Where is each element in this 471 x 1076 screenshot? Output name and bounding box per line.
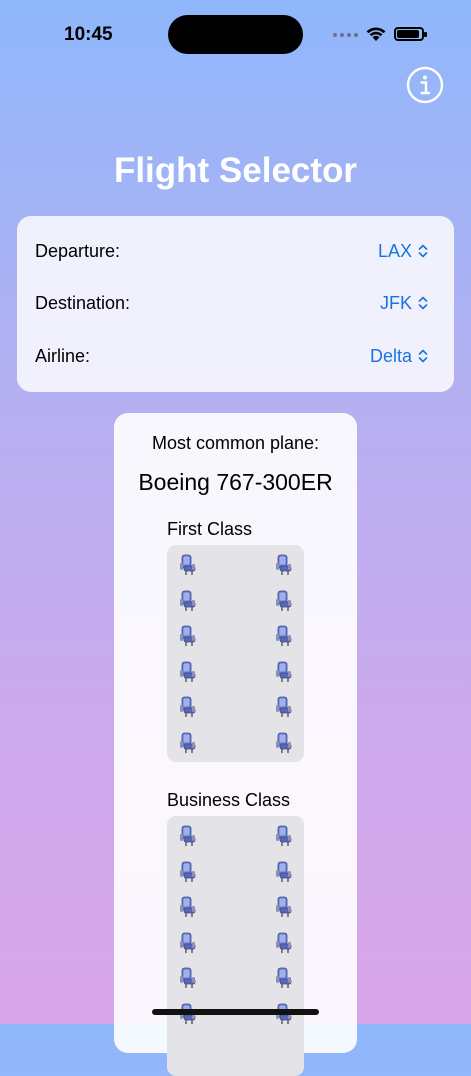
seat-icon[interactable] [274,590,294,612]
dynamic-island [168,15,303,54]
seat-icon[interactable] [274,554,294,576]
departure-label: Departure: [35,240,121,261]
seat-icon[interactable] [178,554,198,576]
page-title: Flight Selector [113,151,358,190]
chevron-up-down-icon [418,244,428,258]
chevron-up-down-icon [418,349,428,363]
plane-name: Boeing 767-300ER [138,469,333,495]
flight-form: Departure: LAX Destination: JFK Airline:… [17,216,454,392]
destination-row: Destination: JFK [35,288,428,318]
departure-row: Departure: LAX [35,236,428,266]
info-icon[interactable] [406,66,444,104]
seat-icon[interactable] [178,661,198,683]
seat-icon[interactable] [274,896,294,918]
seat-icon[interactable] [178,625,198,647]
seat-icon[interactable] [178,825,198,847]
business-class-seat-map [167,816,304,1076]
seat-icon[interactable] [178,732,198,754]
seat-icon[interactable] [274,661,294,683]
departure-picker[interactable]: LAX [378,241,428,262]
seat-icon[interactable] [274,625,294,647]
destination-value: JFK [379,292,412,313]
wifi-icon [366,27,386,41]
common-plane-label: Most common plane: [151,433,320,453]
seat-icon[interactable] [274,696,294,718]
airline-picker[interactable]: Delta [370,346,428,367]
chevron-up-down-icon [418,296,428,310]
plane-card: Most common plane: Boeing 767-300ER Firs… [114,413,357,1076]
destination-label: Destination: [35,292,131,313]
business-class-label: Business Class [167,790,291,810]
first-class-label: First Class [167,519,252,539]
destination-picker[interactable]: JFK [380,293,428,314]
seat-icon[interactable] [178,967,198,989]
seat-icon[interactable] [274,861,294,883]
home-indicator [152,1009,319,1015]
airline-value: Delta [369,345,412,366]
seat-icon[interactable] [274,967,294,989]
departure-value: LAX [377,240,412,261]
status-bar: 10:45 [0,0,471,70]
seat-icon[interactable] [178,896,198,918]
first-class-seat-map [167,545,304,762]
signal-dots-icon [333,33,358,37]
seat-icon[interactable] [274,932,294,954]
seat-icon[interactable] [178,932,198,954]
seat-icon[interactable] [274,732,294,754]
battery-icon [394,27,427,41]
seat-icon[interactable] [178,590,198,612]
seat-icon[interactable] [178,696,198,718]
seat-icon[interactable] [178,861,198,883]
airline-label: Airline: [35,345,91,366]
status-time: 10:45 [64,24,113,45]
airline-row: Airline: Delta [35,341,428,371]
seat-icon[interactable] [274,825,294,847]
